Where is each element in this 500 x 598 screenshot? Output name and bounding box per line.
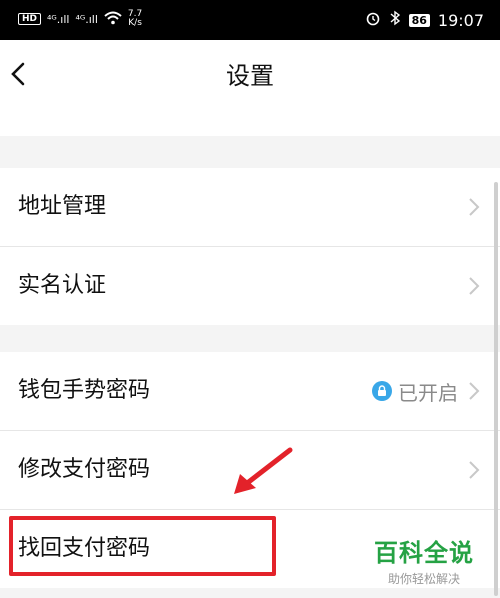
watermark-subtitle: 助你轻松解决 (387, 572, 460, 586)
status-bar: HD ⁴ᴳ.ıll ⁴ᴳ.ıll 7.7 K/s 86 19:07 (0, 0, 500, 40)
page-title: 设置 (226, 62, 274, 90)
title-bar: 设置 (0, 40, 500, 112)
settings-row-label: 修改支付密码 (18, 457, 151, 482)
hd-badge: HD (18, 13, 42, 25)
settings-row-address[interactable]: 地址管理 (0, 168, 500, 246)
watermark: 百科全说 助你轻松解决 (374, 533, 474, 587)
chevron-left-icon (11, 62, 25, 86)
signal-icon: ⁴ᴳ.ıll (47, 12, 70, 26)
status-text: 已开启 (398, 380, 458, 405)
chevron-right-icon (469, 461, 480, 479)
watermark-title: 百科全说 (374, 539, 474, 567)
highlight-box (9, 516, 276, 576)
wifi-icon (104, 11, 122, 28)
settings-row-wallet-gesture[interactable]: 钱包手势密码 已开启 (0, 352, 500, 430)
clock: 19:07 (437, 10, 484, 30)
back-button[interactable] (6, 56, 34, 92)
chevron-right-icon (469, 277, 480, 295)
lock-icon (372, 381, 392, 401)
chevron-right-icon (469, 198, 480, 216)
settings-row-label: 实名认证 (18, 273, 107, 298)
pointer-arrow-icon (234, 447, 293, 494)
network-speed: 7.7 K/s (127, 9, 143, 28)
battery-indicator: 86 (408, 13, 430, 27)
bluetooth-icon (389, 10, 401, 30)
clipped-settings-row (0, 112, 500, 136)
chevron-right-icon (469, 382, 480, 400)
signal-icon: ⁴ᴳ.ıll (75, 12, 98, 26)
scrollbar[interactable] (494, 182, 498, 596)
settings-row-realname[interactable]: 实名认证 (0, 247, 500, 325)
status-badge: 已开启 (372, 352, 458, 430)
alarm-icon (365, 10, 381, 30)
settings-row-label: 钱包手势密码 (18, 378, 151, 403)
settings-row-label: 地址管理 (18, 194, 107, 219)
